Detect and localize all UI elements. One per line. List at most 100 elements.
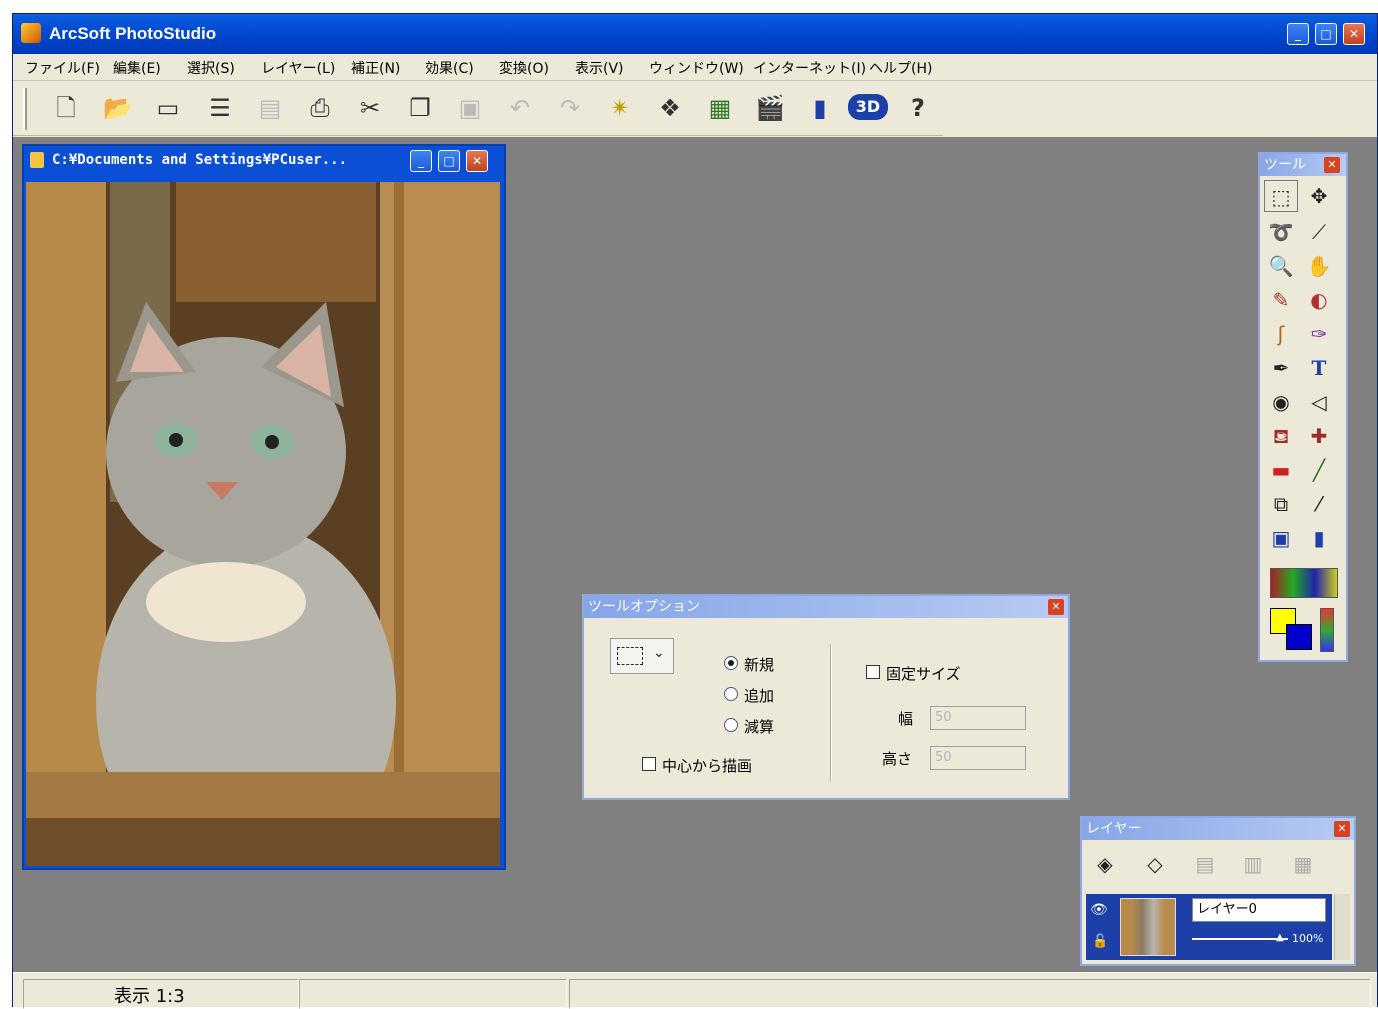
menu-adjust[interactable]: 補正(N)	[351, 58, 400, 78]
rect-shape-icon	[617, 647, 643, 665]
status-bar: 表示 1:3	[13, 972, 1377, 1009]
dropper-icon[interactable]: ⁄	[1302, 488, 1336, 520]
image-minimize-button[interactable]: _	[410, 150, 432, 172]
maximize-button[interactable]: □	[1315, 23, 1337, 45]
tool-panel-title: ツール	[1264, 157, 1306, 173]
minimize-button[interactable]: _	[1287, 23, 1309, 45]
clone-icon[interactable]: ◐	[1302, 284, 1336, 316]
transform-icon[interactable]: ⧉	[1264, 488, 1298, 520]
layer-row[interactable]: 👁 🔓 レイヤー0 ▲ 100%	[1086, 894, 1332, 960]
menu-select[interactable]: 選択(S)	[187, 58, 235, 78]
background-color-swatch[interactable]	[1286, 624, 1312, 650]
redo-icon[interactable]: ↷	[553, 92, 587, 124]
enhance-icon[interactable]: ✴	[603, 92, 637, 124]
layers-scrollbar[interactable]	[1334, 894, 1350, 960]
menu-file[interactable]: ファイル(F)	[25, 58, 100, 78]
menu-view[interactable]: 表示(V)	[575, 58, 624, 78]
app-title: ArcSoft PhotoStudio	[49, 24, 217, 43]
trash-icon[interactable]: ▮	[1302, 522, 1336, 554]
gradient-icon[interactable]: ▬	[1264, 454, 1298, 486]
menu-effects[interactable]: 効果(C)	[425, 58, 474, 78]
delete-layer-icon[interactable]: ▦	[1286, 848, 1320, 880]
eraser-icon[interactable]: ◁	[1302, 386, 1336, 418]
open-icon[interactable]: 📂	[101, 92, 135, 124]
tool-options-title: ツールオプション	[588, 599, 700, 615]
menu-layer[interactable]: レイヤー(L)	[261, 58, 335, 78]
brush-icon[interactable]: ✑	[1302, 318, 1336, 350]
photo-canvas[interactable]	[26, 182, 500, 866]
menu-internet[interactable]: インターネット(I)	[753, 58, 866, 78]
status-zoom-text: 表示 1:3	[114, 986, 185, 1007]
magic-wand-icon[interactable]: ⟋	[1302, 216, 1336, 248]
effects-icon[interactable]: ❖	[653, 92, 687, 124]
layers-titlebar[interactable]: レイヤー	[1082, 818, 1354, 840]
undo-icon[interactable]: ↶	[503, 92, 537, 124]
line-icon[interactable]: ╱	[1302, 454, 1336, 486]
radio-dot	[728, 660, 734, 666]
menu-window[interactable]: ウィンドウ(W)	[649, 58, 744, 78]
duplicate-icon[interactable]: ❐	[403, 92, 437, 124]
width-input[interactable]: 50	[930, 706, 1026, 730]
draw-from-center-label: 中心から描画	[662, 757, 753, 775]
visibility-eye-icon[interactable]: 👁	[1090, 902, 1108, 918]
image-maximize-button[interactable]: □	[438, 150, 460, 172]
mode-subtract-label: 減算	[744, 718, 775, 736]
selection-shape-dropdown[interactable]: ⌄	[610, 638, 674, 674]
save-icon[interactable]: ▤	[253, 92, 287, 124]
print-icon[interactable]: ⎙	[303, 92, 337, 124]
layers-title: レイヤー	[1086, 821, 1142, 837]
draw-from-center-checkbox[interactable]	[642, 757, 656, 771]
red-eye-icon[interactable]: ✎	[1264, 284, 1298, 316]
opacity-slider[interactable]	[1192, 938, 1288, 940]
3d-label[interactable]: 3D	[848, 97, 888, 116]
layer-icon[interactable]: ▣	[1264, 522, 1298, 554]
lock-icon[interactable]: 🔓	[1092, 934, 1108, 949]
bucket-icon[interactable]: ⛾	[1264, 420, 1298, 452]
paste-icon[interactable]: ▣	[453, 92, 487, 124]
help-icon[interactable]: ?	[901, 92, 935, 124]
layers-close-button[interactable]: ✕	[1334, 821, 1350, 837]
toolbar-grip[interactable]	[23, 88, 27, 130]
opacity-value: 100%	[1292, 932, 1324, 945]
merge-layer-icon[interactable]: ◇	[1138, 848, 1172, 880]
menu-transform[interactable]: 変換(O)	[499, 58, 549, 78]
hand-icon[interactable]: ✋	[1302, 250, 1336, 282]
image-close-button[interactable]: ✕	[466, 150, 488, 172]
tool-options-titlebar[interactable]: ツールオプション	[584, 596, 1068, 618]
layer-name-field[interactable]: レイヤー0	[1192, 898, 1326, 922]
color-palette-swatch[interactable]	[1270, 568, 1338, 598]
new-icon[interactable]: 🗋	[49, 92, 83, 124]
menu-help[interactable]: ヘルプ(H)	[869, 58, 932, 78]
smudge-icon[interactable]: ʃ	[1264, 318, 1298, 350]
copy-layer-icon[interactable]: ▤	[1188, 848, 1222, 880]
show-layer-icon[interactable]: ◈	[1088, 848, 1122, 880]
opacity-slider-thumb[interactable]: ▲	[1276, 932, 1284, 943]
app-titlebar[interactable]: ArcSoft PhotoStudio _ □ ✕	[13, 14, 1377, 54]
zoom-icon[interactable]: 🔍	[1264, 250, 1298, 282]
rect-select-icon[interactable]: ⬚	[1264, 180, 1298, 212]
tool-panel-close-button[interactable]: ✕	[1324, 157, 1340, 173]
slideshow-icon[interactable]: 🎬	[753, 92, 787, 124]
color-mode-rgb-icon[interactable]	[1320, 608, 1334, 652]
menu-edit[interactable]: 編集(E)	[113, 58, 161, 78]
text-icon[interactable]: T	[1302, 352, 1336, 384]
height-label: 高さ	[882, 750, 913, 768]
pen-icon[interactable]: ✒	[1264, 352, 1298, 384]
tool-options-close-button[interactable]: ✕	[1048, 599, 1064, 615]
fixed-size-checkbox[interactable]	[866, 665, 880, 679]
crop-icon[interactable]: ✂	[353, 92, 387, 124]
sharpen-icon[interactable]: ◉	[1264, 386, 1298, 418]
height-input[interactable]: 50	[930, 746, 1026, 770]
close-button[interactable]: ✕	[1343, 23, 1365, 45]
acquire-icon[interactable]: ▭	[151, 92, 185, 124]
album-icon[interactable]: ▮	[803, 92, 837, 124]
mode-new-radio[interactable]	[724, 656, 738, 670]
layer-properties-icon[interactable]: ▥	[1236, 848, 1270, 880]
mode-add-radio[interactable]	[724, 687, 738, 701]
scanner-icon[interactable]: ☰	[203, 92, 237, 124]
pipette-icon[interactable]: ✚	[1302, 420, 1336, 452]
move-icon[interactable]: ✥	[1302, 180, 1336, 212]
lasso-icon[interactable]: ➰	[1264, 216, 1298, 248]
mode-subtract-radio[interactable]	[724, 718, 738, 732]
templates-icon[interactable]: ▦	[703, 92, 737, 124]
